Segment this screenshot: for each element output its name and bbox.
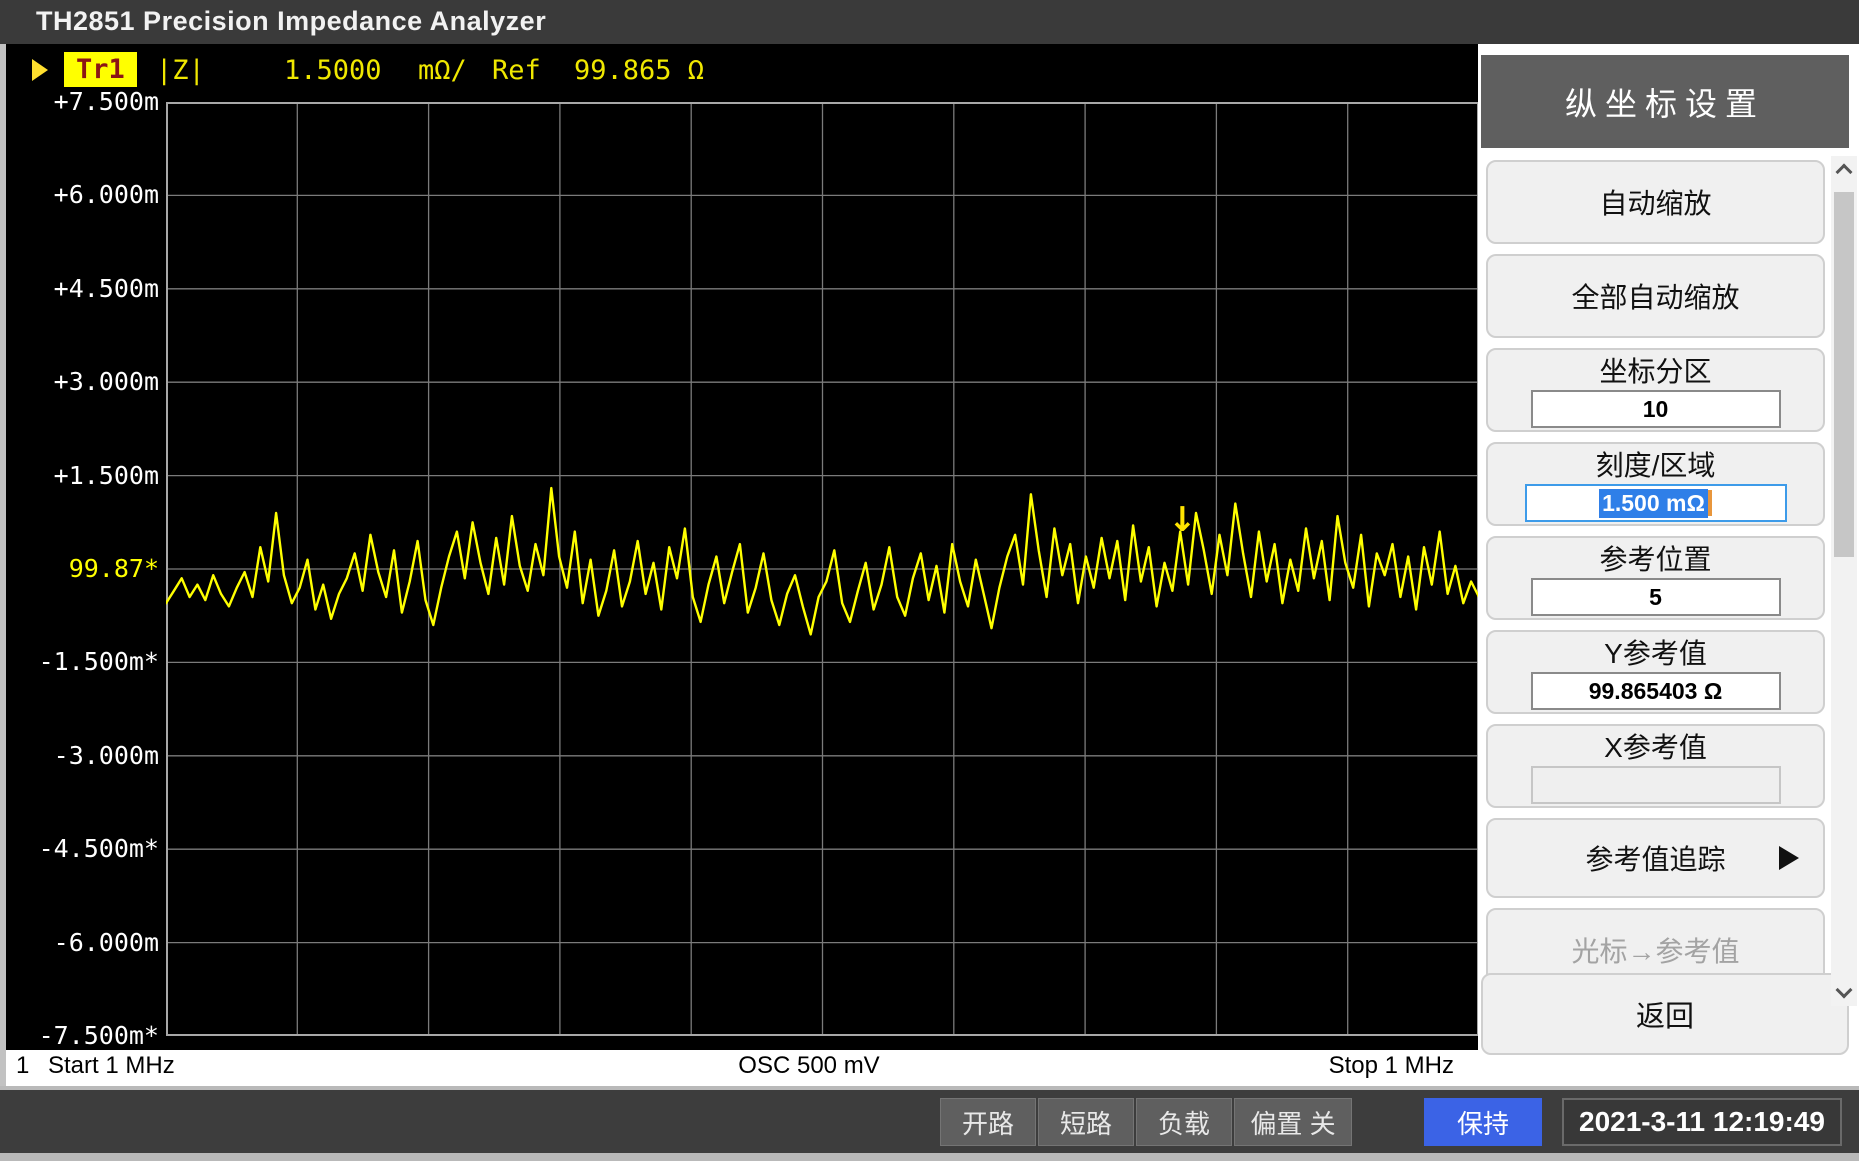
scale-per-div-group: 刻度/区域 1.500 mΩ [1486, 442, 1825, 526]
bias-toggle-button[interactable]: 偏置 关 [1234, 1098, 1352, 1146]
plot-area: ↓ [166, 102, 1479, 1036]
y-tick-label: -1.500m* [39, 647, 159, 676]
cursor-to-ref-label: 光标→参考值 [1571, 930, 1739, 970]
y-tick-label: +4.500m [54, 274, 159, 303]
y-ref-input[interactable]: 99.865403 Ω [1531, 672, 1781, 710]
y-tick-label: +3.000m [54, 367, 159, 396]
y-tick-label: 99.87* [69, 554, 159, 583]
y-tick-label: -7.500m* [39, 1021, 159, 1050]
y-tick-label: +6.000m [54, 180, 159, 209]
y-tick-label: -6.000m [54, 928, 159, 957]
bottom-toolbar: 开路 短路 负载 偏置 关 保持 2021-3-11 12:19:49 [0, 1086, 1859, 1161]
y-tick-label: +7.500m [54, 87, 159, 116]
window-title: TH2851 Precision Impedance Analyzer [36, 6, 546, 37]
ref-tracking-button[interactable]: 参考值追踪 [1486, 818, 1825, 898]
chart-panel: Tr1 |Z| 1.5000 mΩ/ Ref 99.865 Ω +7.500m +… [0, 44, 1478, 1086]
active-trace-arrow-icon [32, 59, 48, 81]
autoscale-all-button[interactable]: 全部自动缩放 [1486, 254, 1825, 338]
hold-button-active[interactable]: 保持 [1424, 1098, 1542, 1146]
osc-level-label: OSC 500 mV [738, 1052, 879, 1080]
y-ref-group: Y参考值 99.865403 Ω [1486, 630, 1825, 714]
scale-per-div-input[interactable]: 1.500 mΩ [1525, 484, 1787, 522]
scroll-up-button[interactable] [1831, 160, 1857, 180]
x-ref-label: X参考值 [1604, 732, 1707, 764]
y-tick-label: +1.500m [54, 461, 159, 490]
chevron-up-icon [1836, 164, 1853, 181]
divisions-group: 坐标分区 10 [1486, 348, 1825, 432]
x-ref-input[interactable] [1531, 766, 1781, 804]
short-correction-button[interactable]: 短路 [1038, 1098, 1134, 1146]
y-axis-tick-labels: +7.500m+6.000m+4.500m+3.000m+1.500m99.87… [6, 102, 161, 1036]
marker-down-arrow-icon[interactable]: ↓ [1168, 503, 1197, 537]
y-tick-label: -3.000m [54, 741, 159, 770]
sidebar-scrollbar[interactable] [1831, 156, 1857, 1006]
trace-plot [166, 102, 1479, 1036]
sidebar-button-list: 自动缩放 全部自动缩放 坐标分区 10 刻度/区域 1.500 mΩ 参考位置 … [1486, 160, 1825, 1002]
y-tick-label: -4.500m* [39, 834, 159, 863]
trace-ref-label: Ref [492, 55, 541, 86]
settings-sidebar: 纵坐标设置 自动缩放 全部自动缩放 坐标分区 10 刻度/区域 1.500 mΩ… [1478, 44, 1859, 1086]
y-ref-label: Y参考值 [1604, 638, 1707, 670]
channel-indicator: 1 [16, 1052, 29, 1080]
ref-position-label: 参考位置 [1599, 544, 1711, 576]
ref-tracking-label: 参考值追踪 [1585, 838, 1725, 878]
divisions-input[interactable]: 10 [1531, 390, 1781, 428]
sweep-stop-label: Stop 1 MHz [1329, 1052, 1454, 1080]
ref-position-input[interactable]: 5 [1531, 578, 1781, 616]
submenu-arrow-icon [1779, 846, 1799, 870]
scale-per-div-label: 刻度/区域 [1596, 450, 1716, 482]
clock-display: 2021-3-11 12:19:49 [1562, 1098, 1842, 1146]
trace-ref-value: 99.865 Ω [574, 55, 704, 86]
text-caret [1708, 490, 1712, 516]
ref-position-group: 参考位置 5 [1486, 536, 1825, 620]
trace-scale-value: 1.5000 [284, 55, 382, 86]
selected-input-text: 1.500 mΩ [1599, 489, 1708, 518]
return-button[interactable]: 返回 [1481, 973, 1849, 1055]
chevron-down-icon [1836, 982, 1853, 999]
scrollbar-thumb[interactable] [1834, 192, 1854, 557]
sweep-start-label: Start 1 MHz [48, 1052, 175, 1080]
scroll-down-button[interactable] [1831, 984, 1857, 1004]
title-bar: TH2851 Precision Impedance Analyzer [0, 0, 1859, 44]
divisions-label: 坐标分区 [1599, 356, 1711, 388]
app-window: TH2851 Precision Impedance Analyzer Tr1 … [0, 0, 1859, 1161]
x-ref-group: X参考值 [1486, 724, 1825, 808]
x-axis-strip: 1 Start 1 MHz OSC 500 mV Stop 1 MHz [6, 1050, 1478, 1086]
trace-parameter: |Z| [156, 55, 205, 86]
trace-scale-unit: mΩ/ [418, 55, 467, 86]
load-correction-button[interactable]: 负载 [1136, 1098, 1232, 1146]
open-correction-button[interactable]: 开路 [940, 1098, 1036, 1146]
autoscale-button[interactable]: 自动缩放 [1486, 160, 1825, 244]
trace-badge[interactable]: Tr1 [64, 52, 137, 87]
trace-info-bar: Tr1 |Z| 1.5000 mΩ/ Ref 99.865 Ω [6, 48, 1478, 94]
sidebar-header: 纵坐标设置 [1481, 55, 1849, 148]
